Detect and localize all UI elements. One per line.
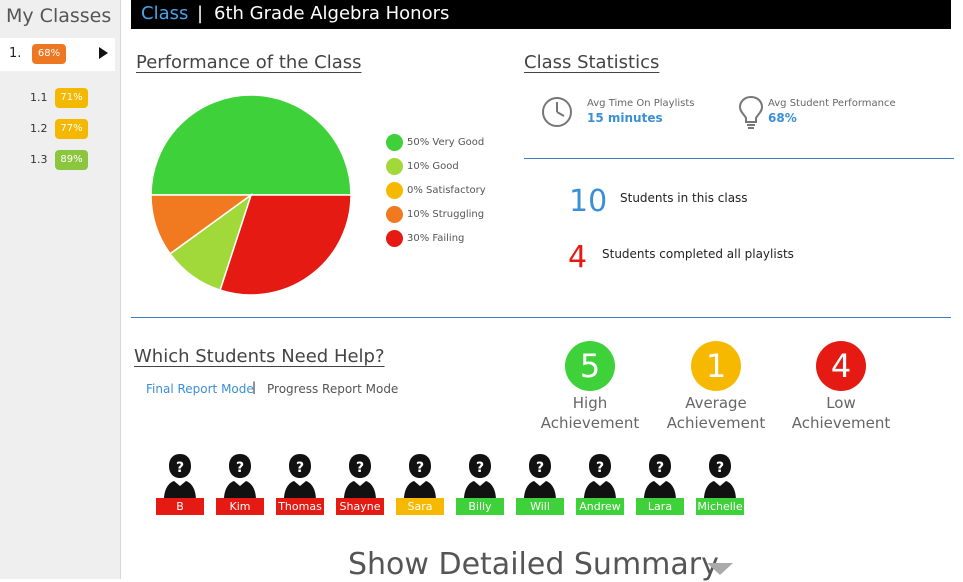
legend-dot-icon <box>386 158 403 175</box>
student-name: Kim <box>216 498 264 515</box>
student-card[interactable]: ? Shayne <box>336 452 386 518</box>
svg-text:?: ? <box>656 460 664 476</box>
statistics-title: Class Statistics <box>524 52 660 73</box>
students-count: 10 <box>569 184 608 219</box>
completed-count: 4 <box>568 240 588 275</box>
student-name: Lara <box>636 498 684 515</box>
high-achievement-label: High Achievement <box>520 393 660 433</box>
subitem-percent-badge: 89% <box>55 150 88 170</box>
class-percent-badge: 68% <box>32 44 66 64</box>
expand-arrow-icon[interactable] <box>99 47 108 59</box>
section-divider <box>131 317 951 318</box>
legend-dot-icon <box>386 182 403 199</box>
low-achievement-count: 4 <box>816 341 866 391</box>
low-achievement-label: Low Achievement <box>771 393 911 433</box>
final-report-mode-link[interactable]: Final Report Mode <box>146 382 254 396</box>
svg-text:?: ? <box>356 460 364 476</box>
statistics-divider <box>524 158 954 159</box>
svg-text:?: ? <box>236 460 244 476</box>
high-achievement-count: 5 <box>565 341 615 391</box>
student-card[interactable]: ? Kim <box>216 452 266 518</box>
breadcrumb-class-link[interactable]: Class <box>141 3 188 24</box>
pie-slice-very-good <box>150 94 352 196</box>
sidebar: My Classes 1. 68% 1.1 71% 1.2 77% 1.3 89… <box>0 0 121 579</box>
svg-text:?: ? <box>416 460 424 476</box>
completed-count-label: Students completed all playlists <box>602 247 794 261</box>
legend-label: 10% Struggling <box>407 209 485 220</box>
student-name: B <box>156 498 204 515</box>
legend-label: 30% Failing <box>407 233 465 244</box>
sidebar-subitem-1-3[interactable]: 1.3 89% <box>0 150 115 172</box>
legend-label: 10% Good <box>407 161 459 172</box>
high-achievement-line2: Achievement <box>540 414 640 432</box>
sidebar-subitem-1-2[interactable]: 1.2 77% <box>0 119 115 141</box>
svg-text:?: ? <box>596 460 604 476</box>
mode-separator: | <box>252 380 257 394</box>
class-number: 1. <box>9 46 22 61</box>
student-name: Thomas <box>276 498 324 515</box>
legend-label: 0% Satisfactory <box>407 185 486 196</box>
svg-text:?: ? <box>716 460 724 476</box>
show-detailed-summary-button[interactable]: Show Detailed Summary <box>348 547 719 582</box>
subitem-number: 1.3 <box>30 153 48 166</box>
subitem-number: 1.1 <box>30 91 48 104</box>
low-achievement-line2: Achievement <box>791 414 891 432</box>
chevron-down-icon[interactable] <box>707 563 733 575</box>
lightbulb-icon <box>738 95 764 129</box>
average-achievement-count: 1 <box>691 341 741 391</box>
student-name: Billy <box>456 498 504 515</box>
students-count-label: Students in this class <box>620 191 748 205</box>
student-card[interactable]: ? Thomas <box>276 452 326 518</box>
legend-dot-icon <box>386 230 403 247</box>
student-card[interactable]: ? Lara <box>636 452 686 518</box>
svg-text:?: ? <box>176 460 184 476</box>
sidebar-item-class-1[interactable]: 1. 68% <box>0 38 115 71</box>
student-card[interactable]: ? Andrew <box>576 452 626 518</box>
performance-title: Performance of the Class <box>136 52 362 73</box>
svg-text:?: ? <box>536 460 544 476</box>
sidebar-title: My Classes <box>6 5 112 27</box>
average-achievement-label: Average Achievement <box>646 393 786 433</box>
low-achievement-line1: Low <box>826 394 856 412</box>
svg-text:?: ? <box>476 460 484 476</box>
subitem-number: 1.2 <box>30 122 48 135</box>
student-card[interactable]: ? Sara <box>396 452 446 518</box>
subitem-percent-badge: 77% <box>55 119 88 139</box>
average-achievement-line1: Average <box>685 394 747 412</box>
svg-text:?: ? <box>296 460 304 476</box>
clock-icon <box>542 97 572 127</box>
high-achievement-line1: High <box>572 394 608 412</box>
avg-time-value: 15 minutes <box>587 111 663 125</box>
legend-dot-icon <box>386 206 403 223</box>
page-title: 6th Grade Algebra Honors <box>214 3 450 24</box>
need-help-title: Which Students Need Help? <box>134 346 385 367</box>
student-card[interactable]: ? Billy <box>456 452 506 518</box>
student-name: Michelle <box>696 498 744 515</box>
average-achievement-line2: Achievement <box>666 414 766 432</box>
performance-pie-chart <box>150 94 352 296</box>
avg-performance-label: Avg Student Performance <box>768 98 896 109</box>
student-name: Shayne <box>336 498 384 515</box>
student-name: Sara <box>396 498 444 515</box>
student-card[interactable]: ? Michelle <box>696 452 746 518</box>
header-bar: Class | 6th Grade Algebra Honors <box>131 0 951 29</box>
student-name: Andrew <box>576 498 624 515</box>
legend-dot-icon <box>386 134 403 151</box>
legend-label: 50% Very Good <box>407 137 485 148</box>
student-card[interactable]: ? B <box>156 452 206 518</box>
student-name: Will <box>516 498 564 515</box>
progress-report-mode-link[interactable]: Progress Report Mode <box>267 382 398 396</box>
avg-time-label: Avg Time On Playlists <box>587 98 695 109</box>
breadcrumb-separator: | <box>197 3 204 24</box>
avg-performance-value: 68% <box>768 111 797 125</box>
sidebar-subitem-1-1[interactable]: 1.1 71% <box>0 88 115 110</box>
subitem-percent-badge: 71% <box>55 88 88 108</box>
student-card[interactable]: ? Will <box>516 452 566 518</box>
